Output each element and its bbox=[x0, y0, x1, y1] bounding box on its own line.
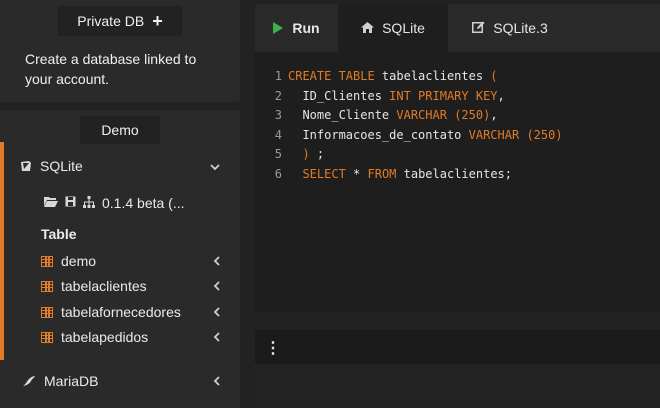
results-area bbox=[255, 364, 660, 408]
sidebar-item-table[interactable]: tabelapedidos bbox=[41, 329, 232, 345]
sidebar-item-table[interactable]: tabelaclientes bbox=[41, 278, 232, 294]
chevron-left-icon[interactable] bbox=[213, 305, 220, 320]
plus-icon[interactable]: + bbox=[152, 12, 163, 30]
folder-open-icon[interactable] bbox=[44, 196, 58, 210]
version-row: 0.1.4 beta (... bbox=[44, 195, 185, 211]
chevron-down-icon[interactable] bbox=[210, 159, 220, 174]
sql-keyword: FROM bbox=[367, 167, 397, 181]
play-icon bbox=[273, 22, 284, 34]
code-line[interactable]: 4 Informacoes_de_contato VARCHAR (250) bbox=[255, 125, 563, 145]
table-icon bbox=[41, 255, 53, 267]
line-number: 6 bbox=[274, 167, 282, 181]
sql-text: ; bbox=[309, 147, 325, 162]
sql-text: , bbox=[490, 108, 498, 123]
code-line[interactable]: 6 SELECT * FROM tabelaclientes; bbox=[255, 164, 512, 184]
private-db-panel: Private DB + Create a database linked to… bbox=[0, 0, 240, 102]
tab-sqlite-label: SQLite bbox=[382, 20, 425, 36]
sqlite-label: SQLite bbox=[40, 158, 83, 174]
sidebar-item-table[interactable]: tabelafornecedores bbox=[41, 304, 232, 320]
line-number: 2 bbox=[274, 88, 282, 103]
sitemap-icon[interactable] bbox=[83, 195, 95, 211]
sql-keyword: VARCHAR bbox=[468, 127, 520, 142]
line-number: 1 bbox=[274, 69, 282, 83]
table-icon bbox=[41, 280, 53, 292]
line-number: 4 bbox=[274, 127, 282, 142]
private-db-description: Create a database linked to your account… bbox=[25, 51, 197, 87]
sql-text: Informacoes_de_contato bbox=[288, 127, 469, 142]
seal-icon bbox=[23, 376, 35, 386]
sql-text: * bbox=[345, 167, 368, 181]
version-label: 0.1.4 beta (... bbox=[102, 195, 185, 211]
table-icon bbox=[41, 331, 53, 343]
sql-keyword: (250) bbox=[526, 127, 563, 142]
table-label: demo bbox=[61, 253, 97, 269]
vertical-dots-icon[interactable]: ⋮ bbox=[265, 338, 281, 358]
sql-keyword: ) bbox=[288, 147, 310, 162]
toolbar: Run SQLite SQLite.3 bbox=[255, 4, 660, 52]
edit-icon bbox=[472, 21, 485, 36]
code-line[interactable]: 1 CREATE TABLE tabelaclientes ( bbox=[255, 66, 498, 86]
table-label: tabelafornecedores bbox=[61, 304, 181, 320]
table-label: tabelaclientes bbox=[61, 278, 147, 294]
table-heading: Table bbox=[41, 226, 77, 242]
private-db-tab[interactable]: Private DB + bbox=[58, 6, 182, 36]
tab-sqlite-3[interactable]: SQLite.3 bbox=[448, 4, 572, 52]
table-label: tabelapedidos bbox=[61, 329, 149, 345]
sql-keyword: CREATE TABLE bbox=[288, 69, 375, 83]
tab-sqlite[interactable]: SQLite bbox=[338, 4, 448, 52]
line-number: 3 bbox=[274, 108, 282, 123]
code-editor[interactable]: 1 CREATE TABLE tabelaclientes (2 ID_Clien… bbox=[255, 52, 660, 312]
demo-tab-label: Demo bbox=[101, 122, 139, 138]
chevron-left-icon[interactable] bbox=[213, 254, 220, 269]
sql-keyword: (250) bbox=[454, 108, 491, 123]
line-number: 5 bbox=[274, 147, 282, 162]
home-icon bbox=[361, 21, 375, 36]
chevron-left-icon[interactable] bbox=[213, 330, 220, 345]
sidebar-item-sqlite[interactable]: SQLite bbox=[20, 158, 232, 174]
tab-sqlite-3-label: SQLite.3 bbox=[493, 20, 548, 36]
code-line[interactable]: 3 Nome_Cliente VARCHAR (250), bbox=[255, 105, 498, 125]
sqlite-section-highlight bbox=[0, 142, 240, 360]
sql-text: Nome_Cliente bbox=[288, 108, 397, 123]
chevron-left-icon[interactable] bbox=[213, 374, 220, 389]
table-icon bbox=[41, 306, 53, 318]
chevron-left-icon[interactable] bbox=[213, 279, 220, 294]
mariadb-label: MariaDB bbox=[44, 373, 99, 389]
sql-keyword: ( bbox=[490, 69, 498, 83]
sidebar: Private DB + Create a database linked to… bbox=[0, 0, 240, 408]
run-label: Run bbox=[292, 20, 320, 36]
private-db-label: Private DB bbox=[77, 13, 145, 29]
sql-text: tabelaclientes bbox=[374, 69, 491, 83]
database-icon bbox=[21, 161, 31, 171]
sql-text: tabelaclientes; bbox=[396, 167, 512, 181]
sql-text: , bbox=[497, 88, 505, 103]
sql-text: ID_Clientes bbox=[288, 88, 390, 103]
results-toolbar: ⋮ bbox=[255, 330, 660, 364]
code-line[interactable]: 5 ) ; bbox=[255, 144, 324, 164]
sql-keyword: INT PRIMARY KEY bbox=[389, 88, 498, 103]
run-button[interactable]: Run bbox=[255, 4, 338, 52]
sql-keyword: VARCHAR bbox=[396, 108, 447, 123]
save-icon[interactable] bbox=[65, 196, 76, 210]
code-line[interactable]: 2 ID_Clientes INT PRIMARY KEY, bbox=[255, 86, 505, 106]
sidebar-item-table[interactable]: demo bbox=[41, 253, 232, 269]
sql-keyword: SELECT bbox=[302, 167, 346, 181]
sidebar-item-mariadb[interactable]: MariaDB bbox=[22, 373, 232, 389]
demo-tab[interactable]: Demo bbox=[80, 116, 160, 144]
